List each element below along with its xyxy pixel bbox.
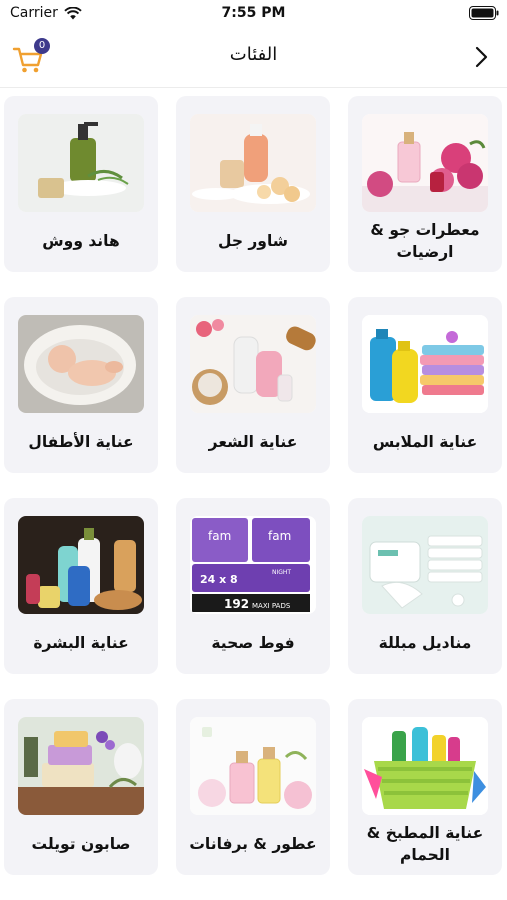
category-image	[362, 315, 488, 413]
shower-gel-image	[190, 114, 316, 212]
soap-bars-image	[18, 717, 144, 815]
category-card-sanitary-pads[interactable]: fam fam 24 x 8 NIGHT 192 MAXI PADS فوط ص…	[176, 498, 330, 674]
cleaning-basket-image	[362, 717, 488, 815]
category-image	[362, 516, 488, 614]
category-label: فوط صحية	[211, 634, 295, 652]
sanitary-pads-image: fam fam 24 x 8 NIGHT 192 MAXI PADS	[190, 516, 316, 614]
category-label: صابون تويلت	[31, 835, 131, 853]
category-label: عناية الملابس	[372, 433, 478, 451]
category-label: عناية المطبخ & الحمام	[366, 824, 484, 864]
category-card-air-fresheners[interactable]: معطرات جو & ارضيات	[348, 96, 502, 272]
category-card-hair-care[interactable]: عناية الشعر	[176, 297, 330, 473]
pads-size: 192	[224, 597, 249, 611]
category-label: مناديل مبللة	[378, 634, 472, 652]
baby-image	[18, 315, 144, 413]
category-card-clothes-care[interactable]: عناية الملابس	[348, 297, 502, 473]
hair-care-image	[190, 315, 316, 413]
category-label: شاور جل	[217, 232, 289, 250]
category-image	[190, 315, 316, 413]
pads-count: 24 x 8	[200, 573, 238, 586]
category-label: عناية الأطفال	[28, 433, 134, 451]
category-image	[18, 315, 144, 413]
category-card-wet-wipes[interactable]: مناديل مبللة	[348, 498, 502, 674]
hand-wash-image	[18, 114, 144, 212]
category-label: عطور & برفانات	[189, 835, 317, 853]
nav-bar: 0 الفئات	[0, 26, 507, 88]
category-label: هاند ووش	[42, 232, 120, 250]
category-label: معطرات جو & ارضيات	[370, 221, 480, 261]
status-time: 7:55 PM	[221, 5, 286, 21]
category-label: عناية البشرة	[33, 634, 129, 652]
pads-type: MAXI PADS	[252, 602, 291, 610]
category-image	[190, 114, 316, 212]
battery-icon	[469, 6, 499, 20]
category-card-shower-gel[interactable]: شاور جل	[176, 96, 330, 272]
status-bar: Carrier 7:55 PM	[0, 0, 507, 26]
category-card-perfumes[interactable]: عطور & برفانات	[176, 699, 330, 875]
category-card-hand-wash[interactable]: هاند ووش	[4, 96, 158, 272]
category-card-baby-care[interactable]: عناية الأطفال	[4, 297, 158, 473]
category-card-kitchen-bath-care[interactable]: عناية المطبخ & الحمام	[348, 699, 502, 875]
chevron-right-icon[interactable]	[471, 44, 493, 70]
pads-brand: fam	[208, 529, 231, 543]
category-image: fam fam 24 x 8 NIGHT 192 MAXI PADS	[190, 516, 316, 614]
perfume-roses-image	[362, 114, 488, 212]
category-image	[18, 114, 144, 212]
category-image	[190, 717, 316, 815]
skin-care-image	[18, 516, 144, 614]
category-image	[18, 516, 144, 614]
pads-brand: fam	[268, 529, 291, 543]
category-image	[362, 717, 488, 815]
category-card-skin-care[interactable]: عناية البشرة	[4, 498, 158, 674]
perfume-bottles-image	[190, 717, 316, 815]
category-label: عناية الشعر	[208, 433, 298, 451]
page-title: الفئات	[229, 44, 278, 65]
category-image	[362, 114, 488, 212]
pads-variant: NIGHT	[272, 569, 291, 576]
category-card-toilet-soap[interactable]: صابون تويلت	[4, 699, 158, 875]
category-image	[18, 717, 144, 815]
wet-wipes-image	[362, 516, 488, 614]
laundry-detergent-image	[362, 315, 488, 413]
